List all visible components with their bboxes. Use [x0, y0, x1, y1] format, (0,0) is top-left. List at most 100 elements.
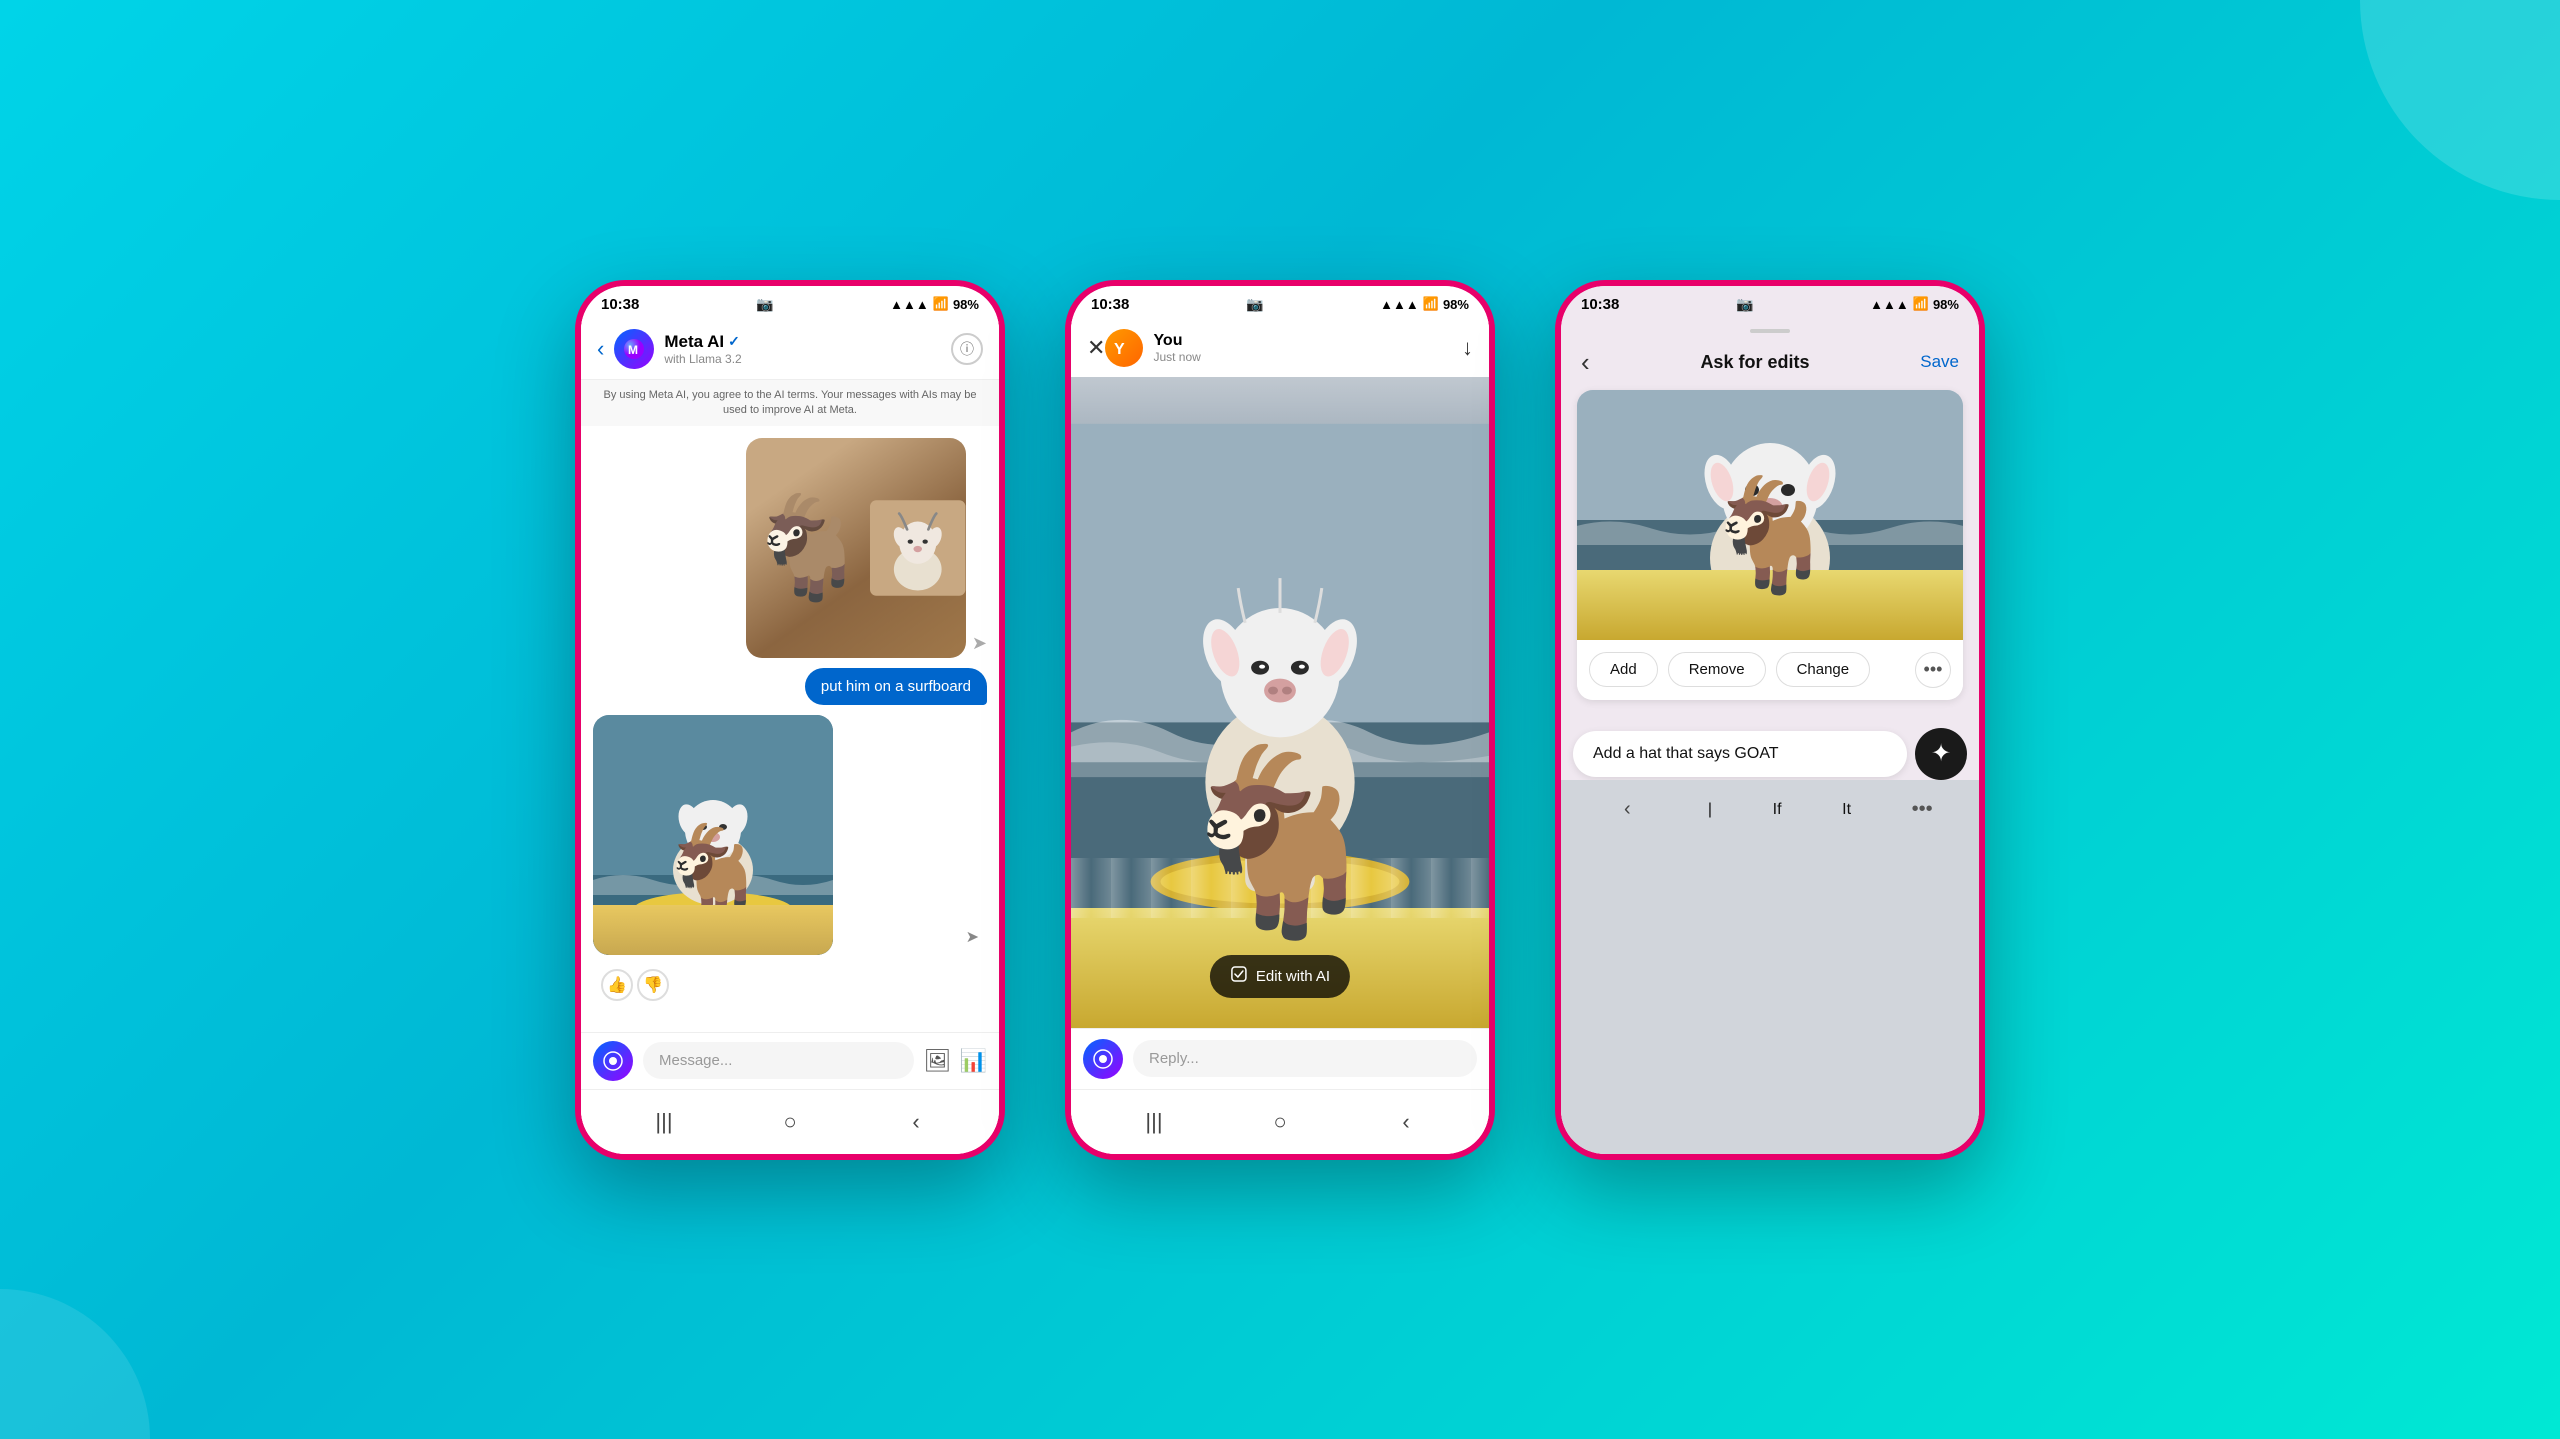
thumbsdown-btn[interactable]: 👎	[637, 969, 669, 1001]
status-icons-2: ▲▲▲ 📶 98%	[1380, 296, 1469, 312]
nav-menu-1[interactable]: |||	[644, 1102, 684, 1142]
water-waves	[1071, 858, 1489, 918]
status-icons-1: ▲▲▲ 📶 98%	[890, 296, 979, 312]
gallery-icon[interactable]: 🖼	[924, 1048, 952, 1074]
goat-surfboard-image[interactable]	[593, 715, 833, 955]
image-header-info: You Just now	[1153, 332, 1462, 364]
voice-icon[interactable]: 📊	[960, 1048, 987, 1074]
goat-original-image[interactable]	[746, 438, 966, 658]
nav-bar-1: ||| ○ ‹	[581, 1089, 999, 1154]
edit-ai-icon	[1230, 965, 1248, 988]
reply-camera-btn[interactable]	[1083, 1039, 1123, 1079]
reactions: 👍 👎	[593, 965, 987, 1005]
disclaimer: By using Meta AI, you agree to the AI te…	[581, 380, 999, 427]
time-3: 10:38	[1581, 296, 1619, 313]
status-bar-1: 10:38 📷 ▲▲▲ 📶 98%	[581, 286, 999, 319]
verified-icon: ✓	[728, 333, 740, 350]
goat-surf-full-image: Edit with AI	[1071, 377, 1489, 1028]
svg-text:M: M	[628, 343, 638, 357]
time-1: 10:38	[601, 296, 639, 313]
edit-ai-label: Edit with AI	[1256, 968, 1330, 985]
chat-header-info: Meta AI ✓ with Llama 3.2	[664, 332, 941, 366]
keyboard-suggestions: ‹ | If It •••	[1561, 780, 1979, 840]
edit-screen-title: Ask for edits	[1700, 352, 1809, 373]
camera-icon-3: 📷	[1736, 296, 1753, 313]
cursor-key[interactable]: |	[1708, 801, 1712, 819]
chat-name: Meta AI ✓	[664, 332, 941, 352]
remove-button[interactable]: Remove	[1668, 652, 1766, 687]
keyboard-area	[1561, 840, 1979, 1154]
it-key[interactable]: It	[1842, 801, 1851, 819]
save-button[interactable]: Save	[1920, 352, 1959, 372]
surfboard-message: put him on a surfboard	[805, 668, 987, 705]
phone-2: 10:38 📷 ▲▲▲ 📶 98% ✕ Y	[1065, 280, 1495, 1160]
keyboard-back-btn[interactable]: ‹	[1607, 790, 1647, 830]
send-icon-1[interactable]: ➤	[972, 633, 987, 658]
send-icon-thumb[interactable]: ➤	[966, 927, 979, 947]
more-key[interactable]: •••	[1912, 798, 1933, 821]
chat-body[interactable]: ➤ put him on a surfboard	[581, 426, 999, 1031]
edit-header: ‹ Ask for edits Save	[1561, 339, 1979, 390]
ask-submit-button[interactable]: ✦	[1915, 728, 1967, 780]
time-2: 10:38	[1091, 296, 1129, 313]
info-button[interactable]: ⓘ	[951, 333, 983, 365]
sparkle-icon: ✦	[1931, 739, 1951, 768]
chat-header: ‹ M Meta AI ✓ wi	[581, 319, 999, 380]
ask-input-field[interactable]: Add a hat that says GOAT	[1573, 731, 1907, 777]
nav-menu-2[interactable]: |||	[1134, 1102, 1174, 1142]
thumbsup-btn[interactable]: 👍	[601, 969, 633, 1001]
signal-icon-2: ▲▲▲	[1380, 297, 1419, 312]
message-input[interactable]: Message...	[643, 1042, 914, 1079]
svg-text:Y: Y	[1114, 341, 1125, 358]
camera-button-1[interactable]	[593, 1041, 633, 1081]
screen-3: ‹ Ask for edits Save	[1561, 319, 1979, 1154]
close-button[interactable]: ✕	[1087, 335, 1105, 361]
battery-3: 98%	[1933, 297, 1959, 312]
change-button[interactable]: Change	[1776, 652, 1871, 687]
nav-home-1[interactable]: ○	[770, 1102, 810, 1142]
download-button[interactable]: ↓	[1462, 335, 1473, 361]
if-key[interactable]: If	[1773, 801, 1782, 819]
image-header: ✕ Y You Just now ↓	[1071, 319, 1489, 377]
chat-subtitle: with Llama 3.2	[664, 352, 941, 366]
wifi-icon: 📶	[933, 296, 949, 312]
camera-icon-status: 📷	[756, 296, 773, 313]
reply-bar: Reply...	[1071, 1028, 1489, 1089]
signal-icon: ▲▲▲	[890, 297, 929, 312]
image-user-name: You	[1153, 332, 1462, 350]
camera-icon-2: 📷	[1246, 296, 1263, 313]
add-button[interactable]: Add	[1589, 652, 1658, 687]
bottom-sheet-handle	[1750, 329, 1790, 333]
edit-actions: Add Remove Change •••	[1577, 640, 1963, 700]
chat-input-bar: Message... 🖼 📊	[581, 1032, 999, 1089]
phone-3: 10:38 📷 ▲▲▲ 📶 98% ‹ Ask for edits Save	[1555, 280, 1985, 1160]
meta-avatar: M	[614, 329, 654, 369]
signal-icon-3: ▲▲▲	[1870, 297, 1909, 312]
edit-with-ai-button[interactable]: Edit with AI	[1210, 955, 1350, 998]
back-button-3[interactable]: ‹	[1581, 347, 1590, 378]
nav-back-2[interactable]: ‹	[1386, 1102, 1426, 1142]
phone-1: 10:38 📷 ▲▲▲ 📶 98% ‹ M	[575, 280, 1005, 1160]
edit-image-container: Add Remove Change •••	[1577, 390, 1963, 700]
nav-bar-2: ||| ○ ‹	[1071, 1089, 1489, 1154]
user-avatar: Y	[1105, 329, 1143, 367]
battery-1: 98%	[953, 297, 979, 312]
nav-home-2[interactable]: ○	[1260, 1102, 1300, 1142]
more-options-button[interactable]: •••	[1915, 652, 1951, 688]
back-button-1[interactable]: ‹	[597, 336, 604, 362]
screen-1: ‹ M Meta AI ✓ wi	[581, 319, 999, 1154]
wifi-icon-3: 📶	[1913, 296, 1929, 312]
status-icons-3: ▲▲▲ 📶 98%	[1870, 296, 1959, 312]
full-image-container[interactable]: Edit with AI	[1071, 377, 1489, 1028]
wifi-icon-2: 📶	[1423, 296, 1439, 312]
battery-2: 98%	[1443, 297, 1469, 312]
input-icons: 🖼 📊	[924, 1048, 987, 1074]
status-bar-2: 10:38 📷 ▲▲▲ 📶 98%	[1071, 286, 1489, 319]
ask-input-container: Add a hat that says GOAT ✦	[1573, 728, 1967, 780]
screen-2: ✕ Y You Just now ↓	[1071, 319, 1489, 1154]
status-bar-3: 10:38 📷 ▲▲▲ 📶 98%	[1561, 286, 1979, 319]
image-time: Just now	[1153, 350, 1462, 364]
nav-back-1[interactable]: ‹	[896, 1102, 936, 1142]
reply-input[interactable]: Reply...	[1133, 1040, 1477, 1077]
goat-surf-edit-image	[1577, 390, 1963, 640]
